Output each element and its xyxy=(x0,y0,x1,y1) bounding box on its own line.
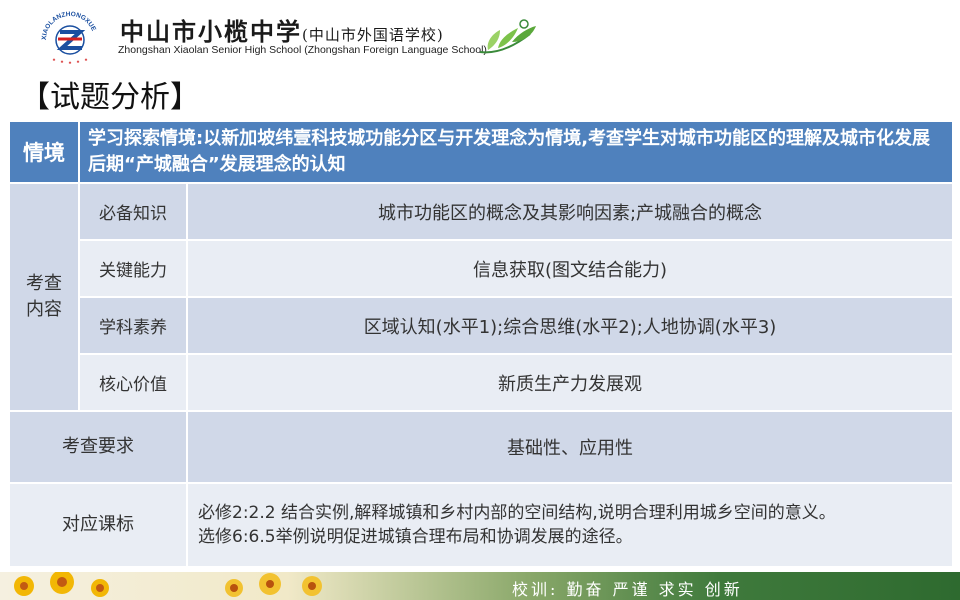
row-value: 区域认知(水平1);综合思维(水平2);人地协调(水平3) xyxy=(185,296,955,355)
standard-line: 选修6:6.5举例说明促进城镇合理布局和协调发展的途径。 xyxy=(198,527,633,547)
content-row-knowledge: 考查内容 必备知识 城市功能区的概念及其影响因素;产城融合的概念 xyxy=(8,182,955,412)
requirement-label: 考查要求 xyxy=(8,410,188,484)
row-value: 城市功能区的概念及其影响因素;产城融合的概念 xyxy=(185,182,955,241)
leaf-decoration-icon xyxy=(479,19,536,54)
school-logo: XIAOLANZHONGXUE xyxy=(41,11,97,64)
standard-value: 必修2:2.2 结合实例,解释城镇和乡村内部的空间结构,说明合理利用城乡空间的意… xyxy=(185,482,955,568)
school-name-en: Zhongshan Xiaolan Senior High School (Zh… xyxy=(118,44,487,56)
context-label: 情境 xyxy=(8,120,80,184)
standard-label: 对应课标 xyxy=(8,482,188,568)
flower-decoration-icon xyxy=(14,572,109,597)
row-label: 必备知识 xyxy=(78,182,188,241)
row-label: 关键能力 xyxy=(78,239,188,298)
context-text: 学习探索情境:以新加坡纬壹科技城功能分区与开发理念为情境,考查学生对城市功能区的… xyxy=(77,120,955,184)
row-label: 学科素养 xyxy=(78,296,188,355)
page-header: XIAOLANZHONGXUE 中山市小榄中学(中山市外国语学校) Zhongs… xyxy=(0,0,960,70)
flower-decoration-icon xyxy=(225,573,322,597)
content-row-ability: 关键能力 信息获取(图文结合能力) xyxy=(9,239,955,298)
analysis-table: 情境 学习探索情境:以新加坡纬壹科技城功能分区与开发理念为情境,考查学生对城市功… xyxy=(8,120,955,568)
requirement-row: 考查要求 基础性、应用性 xyxy=(8,410,955,484)
school-name-cn-sub: (中山市外国语学校) xyxy=(302,26,444,44)
row-value: 信息获取(图文结合能力) xyxy=(185,239,955,298)
school-motto: 校训: 勤奋 严谨 求实 创新 xyxy=(512,580,743,599)
requirement-value: 基础性、应用性 xyxy=(185,410,955,484)
standard-line: 必修2:2.2 结合实例,解释城镇和乡村内部的空间结构,说明合理利用城乡空间的意… xyxy=(198,503,836,523)
content-row-values: 核心价值 新质生产力发展观 xyxy=(9,353,955,412)
page-footer: 校训: 勤奋 严谨 求实 创新 xyxy=(0,572,960,600)
standard-row: 对应课标 必修2:2.2 结合实例,解释城镇和乡村内部的空间结构,说明合理利用城… xyxy=(8,482,955,568)
row-label: 核心价值 xyxy=(78,353,188,412)
school-name-cn: 中山市小榄中学(中山市外国语学校) xyxy=(120,17,444,46)
content-label: 考查内容 xyxy=(8,182,80,412)
row-value: 新质生产力发展观 xyxy=(185,353,955,412)
content-row-literacy: 学科素养 区域认知(水平1);综合思维(水平2);人地协调(水平3) xyxy=(9,296,955,355)
section-title: 【试题分析】 xyxy=(20,80,200,115)
